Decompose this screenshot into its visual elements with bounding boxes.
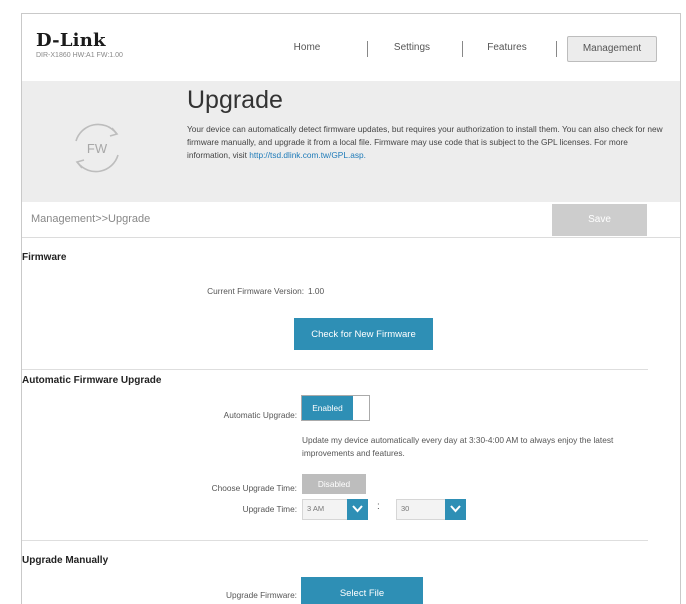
router-admin-page: D-Link DIR-X1860 HW:A1 FW:1.00 Home Sett… bbox=[21, 13, 681, 604]
breadcrumb-bar: Management>>Upgrade Save bbox=[22, 202, 680, 238]
top-nav: Home Settings Features Management bbox=[262, 36, 672, 62]
brand-name: D-Link bbox=[36, 30, 106, 51]
choose-upgrade-time-toggle[interactable]: Disabled bbox=[302, 474, 366, 494]
nav-separator bbox=[462, 41, 463, 57]
automatic-upgrade-label: Automatic Upgrade: bbox=[223, 410, 297, 420]
page-banner: FW Upgrade Your device can automatically… bbox=[22, 81, 680, 202]
check-new-firmware-button[interactable]: Check for New Firmware bbox=[294, 318, 433, 350]
manual-upgrade-section-title: Upgrade Manually bbox=[22, 555, 109, 566]
nav-features[interactable]: Features bbox=[477, 36, 537, 60]
chevron-down-icon bbox=[347, 499, 368, 520]
section-divider bbox=[22, 540, 648, 541]
automatic-upgrade-toggle[interactable]: Enabled bbox=[301, 395, 370, 421]
upgrade-hour-select[interactable]: 3 AM bbox=[302, 499, 368, 520]
gpl-link[interactable]: http://tsd.dlink.com.tw/GPL.asp. bbox=[249, 150, 366, 160]
choose-upgrade-time-label: Choose Upgrade Time: bbox=[211, 483, 297, 493]
upgrade-firmware-label: Upgrade Firmware: bbox=[225, 590, 297, 600]
nav-management[interactable]: Management bbox=[567, 36, 657, 62]
fw-icon-label: FW bbox=[87, 141, 108, 156]
breadcrumb: Management>>Upgrade bbox=[31, 213, 151, 225]
auto-upgrade-section-title: Automatic Firmware Upgrade bbox=[22, 375, 162, 386]
automatic-upgrade-note: Update my device automatically every day… bbox=[302, 435, 614, 458]
nav-settings[interactable]: Settings bbox=[382, 36, 442, 60]
select-file-button[interactable]: Select File bbox=[301, 577, 423, 604]
save-button[interactable]: Save bbox=[552, 204, 647, 236]
upgrade-hour-value: 3 AM bbox=[307, 504, 325, 513]
nav-separator bbox=[556, 41, 557, 57]
upgrade-minute-value: 30 bbox=[401, 504, 410, 513]
page-description: Your device can automatically detect fir… bbox=[187, 123, 667, 162]
nav-home[interactable]: Home bbox=[282, 36, 332, 60]
chevron-down-icon bbox=[445, 499, 466, 520]
current-firmware-label: Current Firmware Version: bbox=[207, 286, 304, 296]
upgrade-time-label: Upgrade Time: bbox=[242, 504, 297, 514]
model-info: DIR-X1860 HW:A1 FW:1.00 bbox=[36, 52, 123, 59]
current-firmware-value: 1.00 bbox=[308, 286, 325, 296]
nav-separator bbox=[367, 41, 368, 57]
automatic-upgrade-state: Enabled bbox=[302, 396, 353, 420]
upgrade-minute-select[interactable]: 30 bbox=[396, 499, 466, 520]
firmware-refresh-icon: FW bbox=[75, 123, 119, 173]
section-divider bbox=[22, 369, 648, 370]
time-separator: : bbox=[377, 501, 380, 512]
firmware-section-title: Firmware bbox=[22, 252, 67, 263]
page-title: Upgrade bbox=[187, 86, 283, 114]
dlink-logo[interactable]: D-Link DIR-X1860 HW:A1 FW:1.00 bbox=[36, 30, 123, 59]
